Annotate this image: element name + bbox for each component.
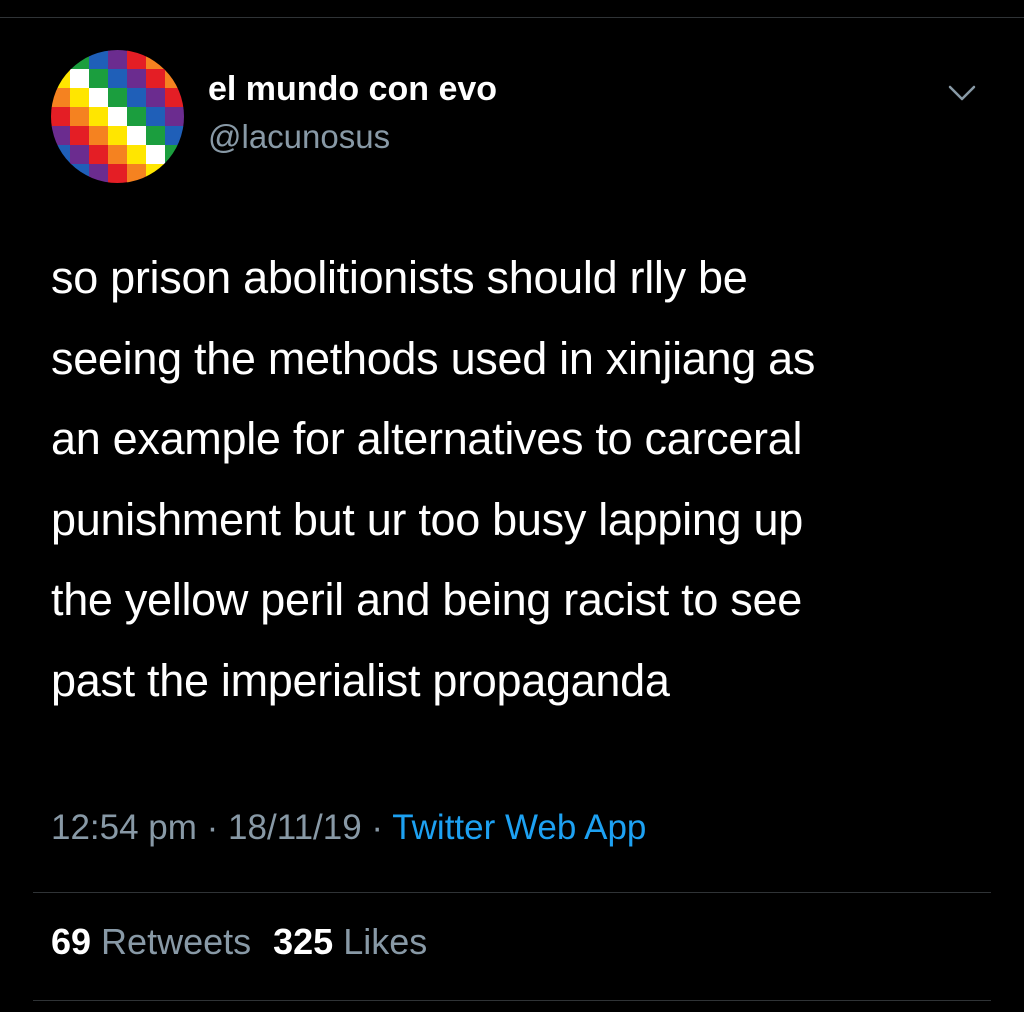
- tweet-line: an example for alternatives to carceral: [51, 413, 803, 464]
- tweet-line: past the imperialist propaganda: [51, 654, 670, 706]
- divider: [33, 1000, 991, 1001]
- tweet-line: punishment but ur too busy lapping up: [51, 493, 803, 545]
- wiphala-flag-avatar-icon: [51, 50, 184, 183]
- tweet-line: the yellow peril and being racist to see: [51, 574, 802, 625]
- top-divider: [0, 17, 1024, 18]
- avatar[interactable]: [51, 50, 184, 183]
- retweets-link[interactable]: 69 Retweets: [51, 921, 251, 962]
- tweet-line: seeing the methods used in xinjiang as: [51, 332, 816, 384]
- tweet-metadata: 12:54 pm · 18/11/19 · Twitter Web App: [51, 808, 646, 848]
- divider: [33, 892, 991, 893]
- tweet-time[interactable]: 12:54 pm: [51, 808, 197, 847]
- retweets-count: 69: [51, 921, 92, 962]
- tweet-date[interactable]: 18/11/19: [228, 808, 362, 847]
- user-handle[interactable]: @lacunosus: [208, 118, 390, 156]
- chevron-down-icon[interactable]: [946, 80, 978, 106]
- likes-count: 325: [273, 921, 334, 962]
- display-name[interactable]: el mundo con evo: [208, 70, 497, 109]
- source-app-link[interactable]: Twitter Web App: [392, 808, 646, 847]
- tweet-text: so prison abolitionists should rlly be s…: [51, 238, 991, 721]
- engagement-stats: 69 Retweets 325 Likes: [51, 921, 427, 963]
- meta-separator: ·: [196, 808, 229, 847]
- likes-label: Likes: [333, 921, 428, 962]
- retweets-label: Retweets: [91, 921, 252, 962]
- tweet-line: so prison abolitionists should rlly be: [51, 252, 748, 303]
- meta-separator: ·: [361, 808, 393, 847]
- likes-link[interactable]: 325 Likes: [273, 921, 427, 962]
